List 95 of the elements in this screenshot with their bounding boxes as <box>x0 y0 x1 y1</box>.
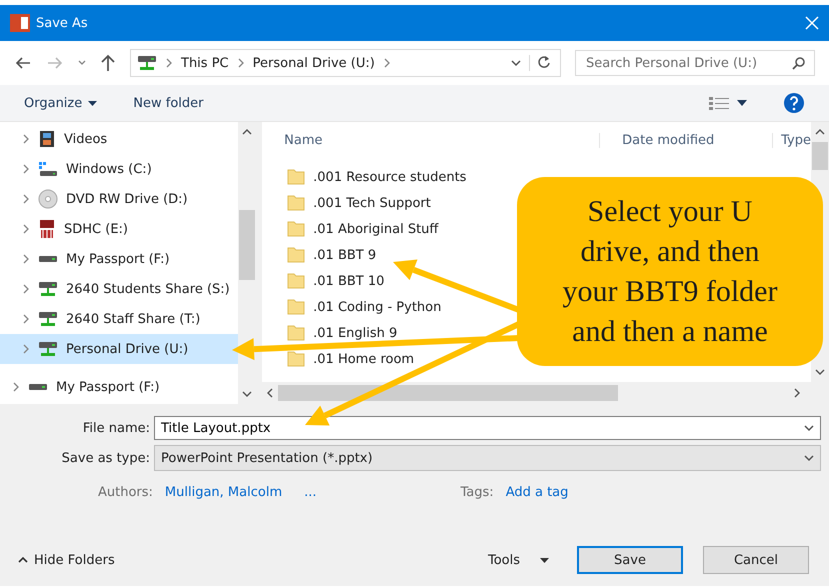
nav-item[interactable]: DVD RW Drive (D:) <box>0 184 238 214</box>
dropdown-icon[interactable] <box>511 59 521 67</box>
nav-item[interactable]: SDHC (E:) <box>0 214 238 244</box>
list-view-icon <box>709 96 731 110</box>
nav-item[interactable]: Windows (C:) <box>0 154 238 184</box>
folder-name[interactable]: .01 English 9 <box>313 326 398 340</box>
network-drive-icon <box>137 54 157 72</box>
organize-button[interactable]: Organize <box>24 96 98 110</box>
tools-button[interactable]: Tools <box>488 552 549 568</box>
folder-icon <box>287 195 306 211</box>
nav-item[interactable]: Videos <box>0 124 238 154</box>
folder-icon <box>287 247 306 263</box>
expand-icon[interactable] <box>22 134 30 144</box>
expand-icon[interactable] <box>22 314 30 324</box>
network-drive-icon <box>38 310 58 328</box>
scroll-thumb[interactable] <box>239 210 256 280</box>
folder-icon <box>287 325 306 341</box>
caret-icon <box>88 100 98 106</box>
breadcrumb-chevron-icon[interactable] <box>165 58 173 68</box>
close-icon[interactable] <box>805 16 819 30</box>
search-field[interactable]: Search Personal Drive (U:) <box>584 54 792 72</box>
folder-icon <box>287 221 306 237</box>
field-label: File name: <box>82 420 150 436</box>
nav-item[interactable]: My Passport (F:) <box>0 244 238 274</box>
breadcrumb-chevron-icon[interactable] <box>236 58 245 68</box>
folder-name[interactable]: .01 Home room <box>313 352 414 366</box>
search-icon[interactable] <box>792 56 806 70</box>
nav-item[interactable]: 2640 Staff Share (T:) <box>0 304 238 334</box>
caret-icon <box>540 558 549 562</box>
up-icon[interactable] <box>100 54 116 72</box>
folder-name[interactable]: .01 Aboriginal Stuff <box>313 222 438 236</box>
sd-card-icon <box>38 219 56 239</box>
nav-item[interactable]: Personal Drive (U:) <box>0 334 238 364</box>
drive-icon <box>28 382 48 392</box>
file-name-box[interactable]: Title Layout.pptx <box>154 416 821 440</box>
field-label: Save as type: <box>60 450 150 466</box>
folder-name[interactable]: .001 Resource students <box>313 170 466 184</box>
more-authors-link[interactable]: ... <box>304 485 317 500</box>
drive-icon <box>38 254 58 264</box>
search-box[interactable]: Search Personal Drive (U:) <box>575 50 815 76</box>
hide-folders-button[interactable]: Hide Folders <box>18 552 115 568</box>
callout: Select your U drive, and then your BBT9 folder and then a name <box>517 177 823 366</box>
horizontal-scrollbar[interactable] <box>262 382 829 404</box>
folder-name[interactable]: .01 BBT 10 <box>313 274 384 288</box>
network-drive-icon <box>38 280 58 298</box>
expand-icon[interactable] <box>12 382 20 392</box>
breadcrumb-chevron-icon[interactable] <box>382 58 391 68</box>
folder-name[interactable]: .01 Coding - Python <box>313 300 442 314</box>
column-header[interactable]: Name <box>262 133 600 148</box>
breadcrumb[interactable]: Personal Drive (U:) <box>252 56 375 70</box>
address-bar[interactable]: This PC Personal Drive (U:) <box>130 49 561 77</box>
expand-icon[interactable] <box>22 224 30 234</box>
window-title: Save As <box>36 16 88 30</box>
dropdown-icon <box>804 454 814 462</box>
scroll-right-icon[interactable] <box>793 388 801 398</box>
app-logo-icon <box>10 14 30 32</box>
folder-icon <box>287 273 306 289</box>
film-icon <box>38 130 56 148</box>
field-label: Authors: <box>98 485 153 500</box>
back-icon[interactable] <box>14 55 32 71</box>
expand-icon[interactable] <box>22 284 30 294</box>
file-type-dropdown[interactable]: PowerPoint Presentation (*.pptx) <box>154 445 821 471</box>
scroll-thumb[interactable] <box>812 142 828 170</box>
scroll-thumb[interactable] <box>278 385 618 401</box>
expand-icon[interactable] <box>22 254 30 264</box>
caret-icon <box>737 100 747 106</box>
expand-icon[interactable] <box>22 194 30 204</box>
disc-icon <box>38 189 58 209</box>
dropdown-icon[interactable] <box>804 424 814 432</box>
folder-name[interactable]: .01 BBT 9 <box>313 248 376 262</box>
network-drive-icon <box>38 340 58 358</box>
tags-link[interactable]: Add a tag <box>506 485 568 500</box>
nav-item[interactable]: 2640 Students Share (S:) <box>0 274 238 304</box>
help-icon[interactable] <box>783 92 805 114</box>
recent-dropdown-icon[interactable] <box>78 60 86 66</box>
field-label: Tags: <box>460 485 494 500</box>
cancel-button[interactable]: Cancel <box>703 546 809 574</box>
folder-name[interactable]: .001 Tech Support <box>313 196 431 210</box>
new-folder-button[interactable]: New folder <box>133 96 204 110</box>
expand-icon[interactable] <box>22 164 30 174</box>
breadcrumb[interactable]: This PC <box>181 56 229 70</box>
authors-link[interactable]: Mulligan, Malcolm <box>164 485 282 500</box>
folder-icon <box>287 299 306 315</box>
folder-icon <box>287 169 306 185</box>
forward-icon[interactable] <box>46 55 64 71</box>
drive-icon <box>38 160 58 178</box>
view-options-button[interactable] <box>709 96 747 110</box>
save-button[interactable]: Save <box>577 546 683 574</box>
scroll-left-icon[interactable] <box>266 388 274 398</box>
column-header[interactable]: Date modified <box>599 133 772 148</box>
expand-icon[interactable] <box>22 344 30 354</box>
folder-icon <box>287 351 306 367</box>
chevron-up-icon <box>18 556 28 564</box>
file-name-field[interactable]: Title Layout.pptx <box>161 420 804 436</box>
nav-item[interactable]: My Passport (F:) <box>0 372 238 402</box>
